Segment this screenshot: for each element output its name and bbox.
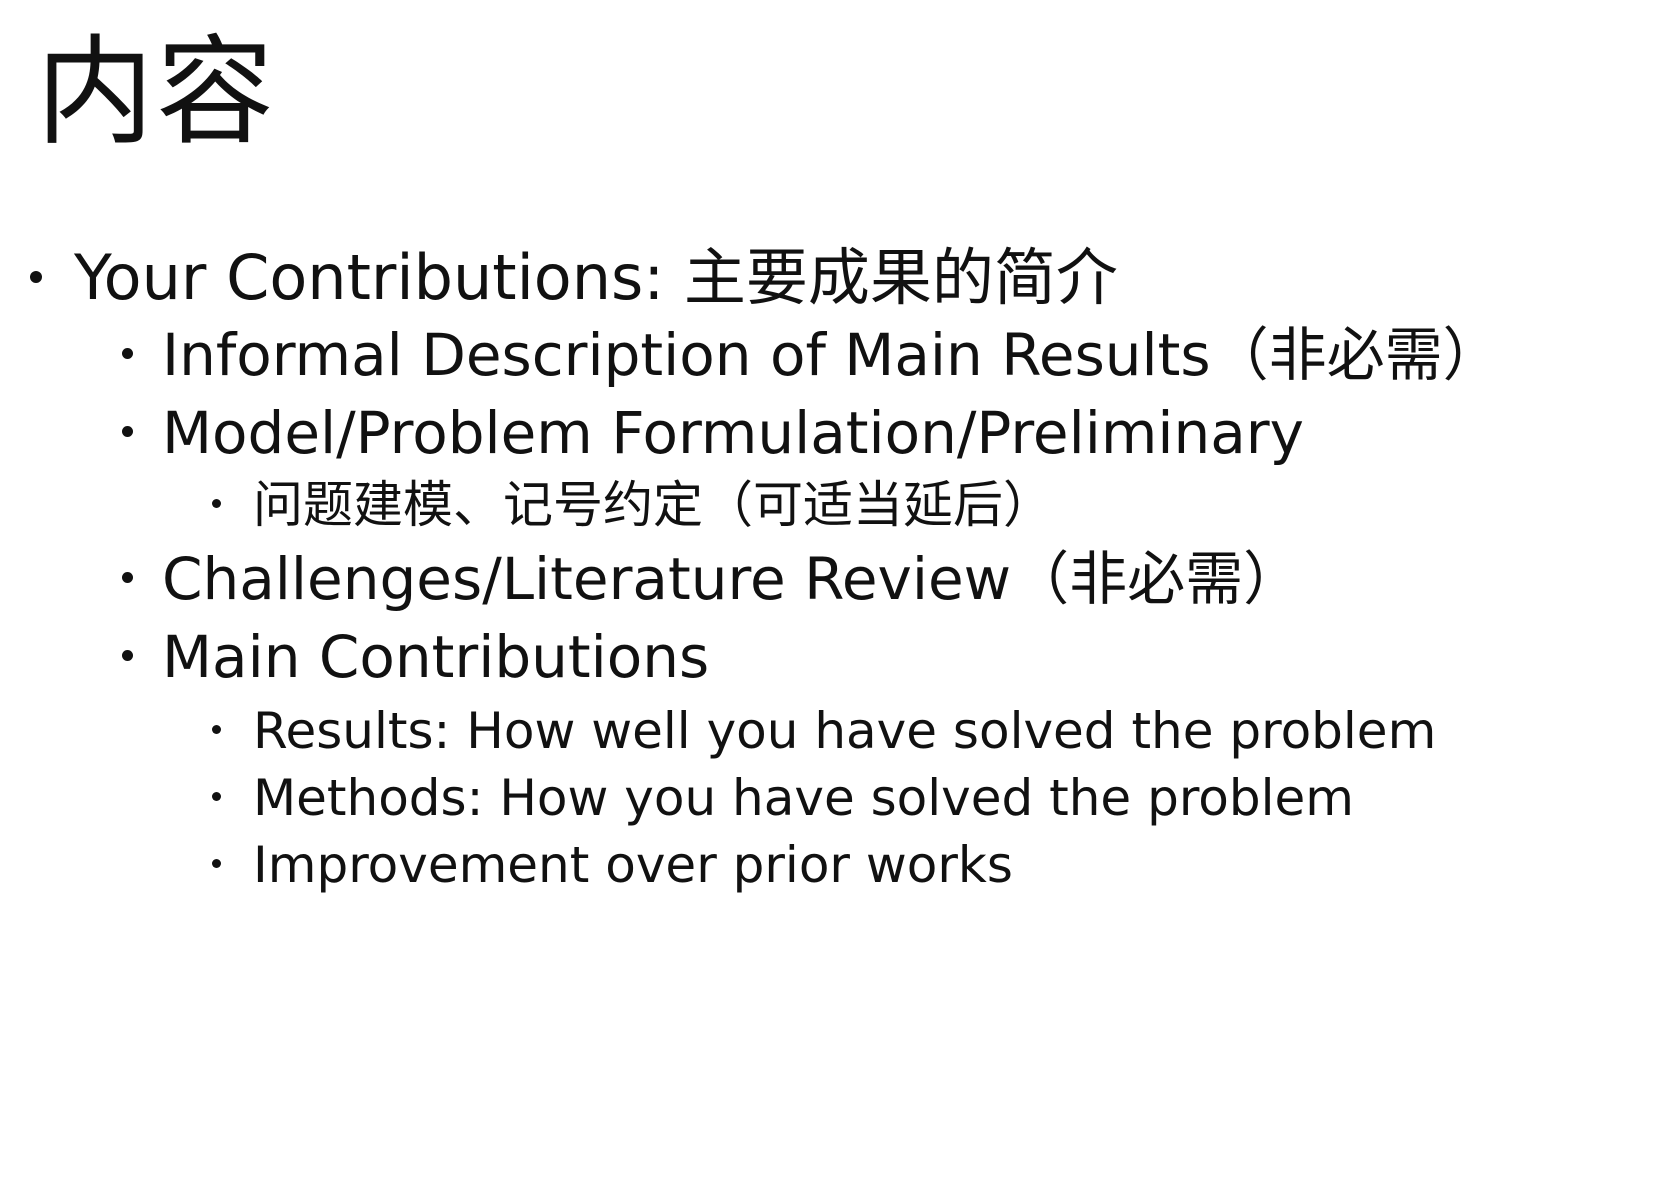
bullet-list: Your Contributions: 主要成果的简介 Informal Des… xyxy=(0,0,1669,1178)
list-item-text: Main Contributions xyxy=(162,623,710,691)
list-item-text: Model/Problem Formulation/Preliminary xyxy=(162,399,1304,467)
bullet-icon xyxy=(122,426,133,437)
bullet-icon xyxy=(212,499,221,508)
bullet-icon xyxy=(30,271,42,283)
bullet-icon xyxy=(212,859,221,868)
list-item-text: Improvement over prior works xyxy=(253,836,1013,894)
bullet-icon xyxy=(122,572,133,583)
bullet-icon xyxy=(212,725,221,734)
bullet-icon xyxy=(122,348,133,359)
list-item-text: Informal Description of Main Results（非必需… xyxy=(162,321,1501,389)
bullet-icon xyxy=(212,792,221,801)
list-item-text: 问题建模、记号约定（可适当延后） xyxy=(253,476,1053,534)
list-item-text: Results: How well you have solved the pr… xyxy=(253,702,1437,760)
bullet-icon xyxy=(122,650,133,661)
slide: 内容 Your Contributions: 主要成果的简介 Informal … xyxy=(0,0,1669,1178)
list-item-text: Your Contributions: 主要成果的简介 xyxy=(74,241,1118,314)
list-item-text: Challenges/Literature Review（非必需） xyxy=(162,545,1302,613)
list-item-text: Methods: How you have solved the problem xyxy=(253,769,1354,827)
